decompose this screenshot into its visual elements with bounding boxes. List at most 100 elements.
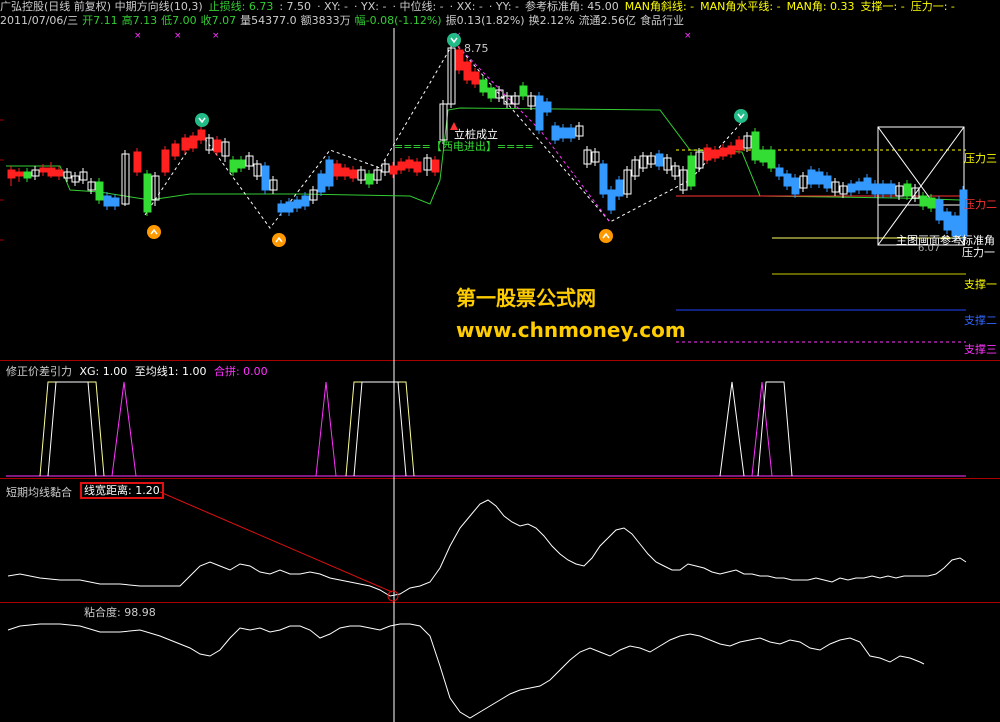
candle-body-19 bbox=[171, 143, 180, 157]
candle-body-0 bbox=[7, 169, 16, 179]
candle-body-72 bbox=[599, 163, 608, 195]
candle-body-13 bbox=[111, 197, 120, 207]
pressure2-label: 压力二 bbox=[964, 198, 997, 211]
candle-body-113 bbox=[927, 197, 936, 209]
candle-body-104 bbox=[855, 181, 864, 191]
small-price-label: 6.07 bbox=[918, 243, 941, 254]
candle-body-58 bbox=[487, 87, 496, 99]
candle-body-106 bbox=[871, 183, 880, 195]
candle-body-4 bbox=[39, 167, 48, 173]
candle-body-39 bbox=[333, 163, 342, 177]
candle-body-110 bbox=[903, 183, 912, 197]
support3-label: 支撑三 bbox=[964, 343, 997, 356]
signal-label: ====【西电进出】==== bbox=[394, 140, 534, 153]
candle-body-66 bbox=[551, 125, 560, 141]
candle-body-107 bbox=[879, 183, 888, 195]
candle-body-43 bbox=[365, 173, 374, 185]
panel4-title: 粘合度: 98.98 bbox=[84, 606, 156, 619]
candle-body-67 bbox=[559, 127, 568, 139]
buy-signal-icon-2 bbox=[599, 229, 613, 243]
top-marker-2: × bbox=[212, 31, 220, 41]
p2-pulse-a2 bbox=[47, 381, 97, 477]
buy-signal-icon-1 bbox=[272, 233, 286, 247]
candle-body-83 bbox=[687, 155, 696, 187]
panel2-title: 修正价差引力 bbox=[6, 365, 72, 378]
candle-body-33 bbox=[285, 201, 294, 213]
candle-body-74 bbox=[615, 179, 624, 197]
candle-body-95 bbox=[783, 173, 792, 187]
candle-body-114 bbox=[935, 199, 944, 221]
candle-body-54 bbox=[455, 49, 464, 71]
panel2-combo: 合拼: 0.00 bbox=[213, 365, 268, 378]
panel2-xg: XG: 1.00 bbox=[79, 365, 128, 378]
line-distance-box: 线宽距离: 1.20 bbox=[80, 482, 164, 499]
candle-body-20 bbox=[181, 137, 190, 151]
candle-body-34 bbox=[293, 199, 302, 209]
candle-body-62 bbox=[519, 85, 528, 97]
watermark-url: www.chnmoney.com bbox=[456, 318, 686, 342]
p2-pulse-d2 bbox=[353, 381, 407, 477]
candle-body-24 bbox=[213, 139, 222, 153]
candle-body-22 bbox=[197, 129, 206, 141]
candle-body-38 bbox=[325, 159, 334, 187]
candle-body-73 bbox=[607, 189, 616, 211]
candle-body-91 bbox=[751, 131, 760, 161]
distance-pointer-line bbox=[159, 491, 393, 593]
buy-signal-icon-0 bbox=[147, 225, 161, 239]
pressure1-label: 压力一 bbox=[962, 246, 995, 259]
candle-body-6 bbox=[55, 169, 64, 177]
candle-body-96 bbox=[791, 177, 800, 195]
candle-body-57 bbox=[479, 79, 488, 93]
peak-price-label: 8.75 bbox=[464, 42, 489, 55]
support2-label: 支撑二 bbox=[964, 314, 997, 327]
candle-body-100 bbox=[823, 175, 832, 189]
candle-body-46 bbox=[389, 165, 398, 175]
sell-signal-icon-0 bbox=[195, 113, 209, 127]
candle-body-85 bbox=[703, 147, 712, 161]
candle-body-105 bbox=[863, 177, 872, 191]
candle-body-87 bbox=[719, 147, 728, 157]
p2-pulse-c bbox=[315, 381, 337, 477]
candle-body-35 bbox=[301, 195, 310, 207]
panel4-line bbox=[7, 623, 925, 719]
sell-signal-icon-1 bbox=[447, 33, 461, 47]
p2-pulse-e bbox=[719, 381, 745, 477]
candle-body-68 bbox=[567, 127, 576, 139]
candle-body-2 bbox=[23, 171, 32, 179]
candle-body-5 bbox=[47, 167, 56, 177]
candle-body-103 bbox=[847, 183, 856, 193]
support1-label: 支撑一 bbox=[964, 278, 997, 291]
candle-body-47 bbox=[397, 161, 406, 171]
candle-body-99 bbox=[815, 171, 824, 185]
candle-body-48 bbox=[405, 159, 414, 169]
candle-body-30 bbox=[261, 165, 270, 191]
candle-body-93 bbox=[767, 149, 776, 169]
candle-body-112 bbox=[919, 195, 928, 207]
candle-body-51 bbox=[431, 159, 440, 173]
candle-body-18 bbox=[161, 149, 170, 173]
candle-body-12 bbox=[103, 195, 112, 207]
candle-body-94 bbox=[775, 167, 784, 177]
candle-body-89 bbox=[735, 139, 744, 151]
candle-body-15 bbox=[133, 151, 142, 173]
pressure3-label: 压力三 bbox=[964, 152, 997, 165]
candle-body-49 bbox=[413, 161, 422, 173]
candle-body-98 bbox=[807, 169, 816, 185]
candle-body-11 bbox=[95, 181, 104, 201]
candle-body-21 bbox=[189, 135, 198, 149]
top-marker-0: × bbox=[134, 31, 142, 41]
p2-pulse-d1 bbox=[345, 381, 415, 477]
candle-body-64 bbox=[535, 95, 544, 131]
candle-body-92 bbox=[759, 149, 768, 163]
sell-signal-icon-2 bbox=[734, 109, 748, 123]
candle-body-86 bbox=[711, 149, 720, 159]
candle-body-41 bbox=[349, 169, 358, 179]
panel2-header: 修正价差引力 XG: 1.00 至均线1: 1.00 合拼: 0.00 bbox=[6, 363, 268, 379]
watermark-title: 第一股票公式网 bbox=[456, 286, 596, 310]
candle-body-26 bbox=[229, 159, 238, 173]
candle-body-108 bbox=[887, 183, 896, 195]
candle-body-32 bbox=[277, 203, 286, 213]
p2-pulse-b bbox=[111, 381, 137, 477]
candle-body-1 bbox=[15, 171, 24, 177]
candle-body-16 bbox=[143, 173, 152, 213]
